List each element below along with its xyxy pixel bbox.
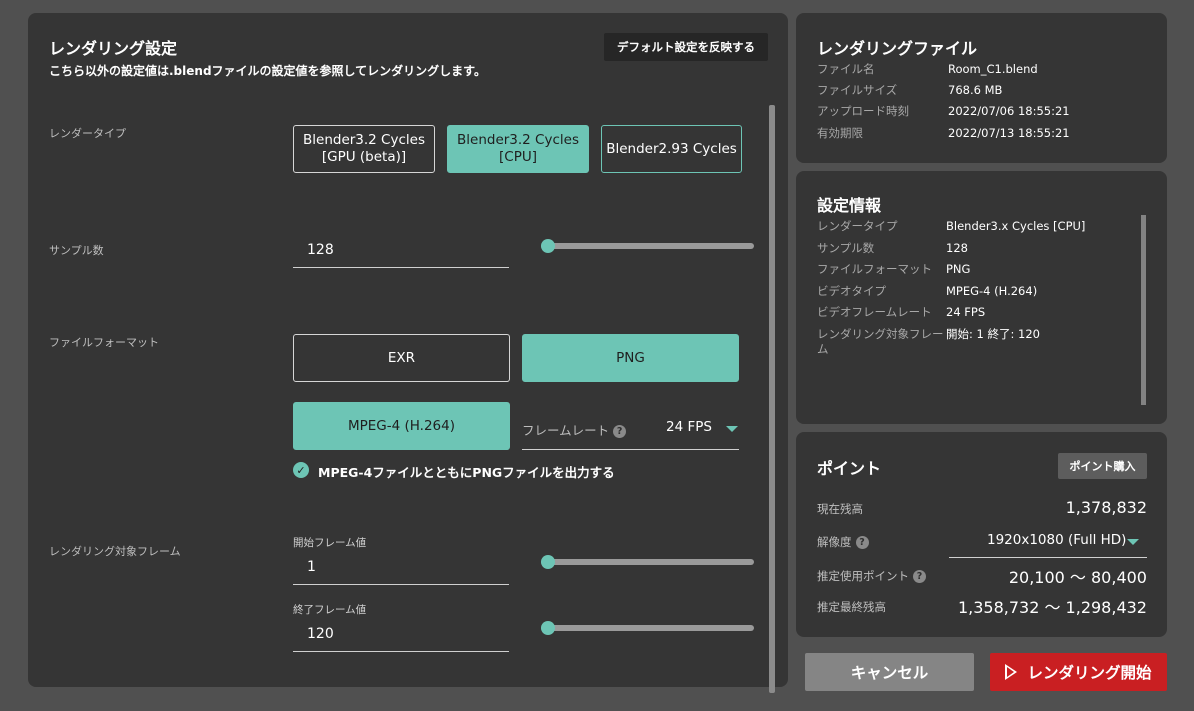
samples-slider-thumb[interactable] [541, 239, 555, 253]
render-type-option-gpu[interactable]: Blender3.2 Cycles [GPU (beta)] [293, 125, 435, 173]
file-format-label: ファイルフォーマット [49, 336, 159, 349]
settings-scrollbar[interactable] [769, 105, 775, 693]
png-output-checkbox-label[interactable]: MPEG-4ファイルとともにPNGファイルを出力する [318, 462, 615, 481]
framerate-value: 24 FPS [666, 419, 712, 435]
framerate-label-text: フレームレート [522, 423, 610, 438]
file-size-value: 768.6 MB [948, 83, 1003, 97]
render-type-label: レンダータイプ [49, 127, 126, 140]
apply-default-button[interactable]: デフォルト設定を反映する [604, 33, 768, 61]
upload-time-label: アップロード時刻 [817, 104, 909, 118]
resolution-label-text: 解像度 [817, 535, 852, 549]
final-balance-label: 推定最終残高 [817, 600, 886, 614]
points-title: ポイント [817, 459, 882, 478]
option-line1: Blender3.2 Cycles [303, 132, 425, 148]
option-line1: Blender2.93 Cycles [606, 140, 737, 157]
file-size-label: ファイルサイズ [817, 83, 898, 97]
chevron-down-icon [1127, 539, 1139, 545]
end-frame-slider-thumb[interactable] [541, 621, 555, 635]
estimate-label-text: 推定使用ポイント [817, 569, 909, 583]
render-file-panel: レンダリングファイル ファイル名 Room_C1.blend ファイルサイズ 7… [796, 13, 1167, 163]
points-panel: ポイント ポイント購入 現在残高 1,378,832 解像度? 1920x108… [796, 432, 1167, 637]
checkbox-check-icon[interactable]: ✓ [293, 462, 309, 478]
play-icon [1005, 664, 1018, 680]
final-balance-value: 1,358,732 〜 1,298,432 [957, 598, 1147, 617]
info-video-type-label: ビデオタイプ [817, 284, 886, 298]
help-icon[interactable]: ? [855, 536, 869, 549]
start-render-label: レンダリング開始 [1027, 664, 1152, 682]
info-panel-title: 設定情報 [817, 196, 882, 215]
expiry-value: 2022/07/13 18:55:21 [948, 126, 1070, 140]
format-mpeg4-button[interactable]: MPEG-4 (H.264) [293, 402, 510, 450]
info-scrollbar-thumb[interactable] [1141, 215, 1146, 405]
start-frame-slider[interactable] [541, 555, 754, 569]
resolution-select[interactable]: 1920x1080 (Full HD) [949, 527, 1147, 558]
render-settings-panel: レンダリング設定 こちら以外の設定値は.blendファイルの設定値を参照してレン… [28, 13, 788, 693]
estimate-value: 20,100 〜 80,400 [1008, 568, 1147, 587]
info-frames-value: 開始: 1 終了: 120 [946, 327, 1040, 341]
balance-value: 1,378,832 [1065, 498, 1147, 517]
option-line1: Blender3.2 Cycles [457, 132, 579, 148]
resolution-value: 1920x1080 (Full HD) [987, 532, 1127, 548]
start-frame-input[interactable]: 1 [293, 546, 509, 585]
info-frames-label: レンダリング対象フレーム [817, 327, 944, 356]
info-framerate-value: 24 FPS [946, 305, 986, 319]
settings-title: レンダリング設定 [49, 39, 178, 58]
buy-points-button[interactable]: ポイント購入 [1058, 453, 1147, 479]
framerate-select[interactable]: フレームレート? 24 FPS [522, 413, 739, 450]
info-render-type-label: レンダータイプ [817, 219, 898, 233]
upload-time-value: 2022/07/06 18:55:21 [948, 104, 1070, 118]
option-line2: [CPU] [499, 149, 537, 165]
format-exr-button[interactable]: EXR [293, 334, 510, 382]
file-name-value: Room_C1.blend [948, 62, 1038, 76]
samples-slider[interactable] [541, 239, 754, 253]
info-format-label: ファイルフォーマット [817, 262, 932, 276]
info-format-value: PNG [946, 262, 971, 276]
help-icon[interactable]: ? [613, 425, 627, 438]
file-name-label: ファイル名 [817, 62, 875, 76]
info-render-type-value: Blender3.x Cycles [CPU] [946, 219, 1086, 233]
samples-label: サンプル数 [49, 244, 104, 257]
settings-info-panel: 設定情報 レンダータイプ Blender3.x Cycles [CPU] サンプ… [796, 171, 1167, 424]
estimate-label: 推定使用ポイント? [817, 568, 926, 584]
end-frame-slider[interactable] [541, 621, 754, 635]
resolution-label: 解像度? [817, 534, 869, 550]
info-scrollbar[interactable] [1141, 215, 1146, 405]
help-icon[interactable]: ? [913, 570, 926, 583]
end-frame-input[interactable]: 120 [293, 613, 509, 652]
file-panel-title: レンダリングファイル [817, 39, 978, 58]
frames-label: レンダリング対象フレーム [49, 545, 181, 558]
render-type-option-293[interactable]: Blender2.93 Cycles [601, 125, 742, 173]
start-render-button[interactable]: レンダリング開始 [990, 653, 1167, 691]
start-frame-slider-thumb[interactable] [541, 555, 555, 569]
settings-scrollbar-thumb[interactable] [769, 105, 775, 693]
chevron-down-icon [726, 426, 738, 432]
samples-input[interactable]: 128 [293, 229, 509, 268]
info-samples-label: サンプル数 [817, 241, 875, 255]
info-framerate-label: ビデオフレームレート [817, 305, 932, 319]
cancel-button[interactable]: キャンセル [805, 653, 974, 691]
info-samples-value: 128 [946, 241, 968, 255]
settings-description: こちら以外の設定値は.blendファイルの設定値を参照してレンダリングします。 [49, 64, 486, 78]
info-video-type-value: MPEG-4 (H.264) [946, 284, 1038, 298]
render-type-option-cpu[interactable]: Blender3.2 Cycles [CPU] [447, 125, 589, 173]
option-line2: [GPU (beta)] [321, 149, 407, 165]
expiry-label: 有効期限 [817, 126, 863, 140]
balance-label: 現在残高 [817, 502, 863, 516]
format-png-button[interactable]: PNG [522, 334, 739, 382]
framerate-label: フレームレート? [522, 420, 627, 439]
